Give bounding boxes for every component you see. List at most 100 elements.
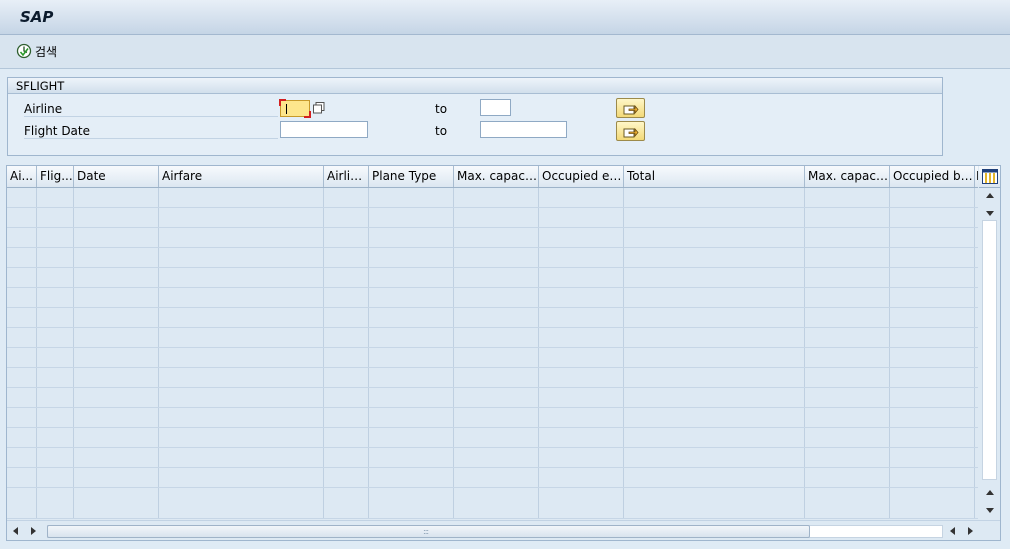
table-row[interactable]	[7, 368, 978, 388]
column-separator	[158, 288, 159, 307]
column-separator	[453, 488, 454, 518]
vertical-scrollbar[interactable]	[979, 188, 1000, 519]
column-separator	[73, 288, 74, 307]
column-header[interactable]: Flig...	[37, 166, 74, 187]
column-header[interactable]: Max. capacit...	[805, 166, 890, 187]
column-separator	[36, 488, 37, 518]
column-separator	[623, 488, 624, 518]
column-header[interactable]: Max. capacit...	[454, 166, 539, 187]
table-row[interactable]	[7, 468, 978, 488]
table-row[interactable]	[7, 188, 978, 208]
column-header[interactable]: Ai...	[7, 166, 37, 187]
table-row[interactable]	[7, 208, 978, 228]
table-row[interactable]	[7, 248, 978, 268]
column-separator	[538, 208, 539, 227]
flight-date-to-input[interactable]	[480, 121, 567, 138]
multiple-selection-arrow-icon	[623, 127, 639, 137]
column-separator	[538, 348, 539, 367]
column-separator	[73, 208, 74, 227]
column-separator	[453, 388, 454, 407]
column-header[interactable]: Occupied ec...	[539, 166, 624, 187]
column-separator	[73, 388, 74, 407]
column-layout-button[interactable]	[979, 166, 1000, 188]
table-row[interactable]	[7, 388, 978, 408]
column-separator	[36, 208, 37, 227]
table-row[interactable]	[7, 268, 978, 288]
airline-to-input[interactable]	[480, 99, 511, 116]
column-separator	[368, 268, 369, 287]
column-separator	[158, 208, 159, 227]
table-row[interactable]	[7, 228, 978, 248]
column-separator	[73, 268, 74, 287]
column-separator	[368, 308, 369, 327]
column-separator	[623, 248, 624, 267]
column-separator	[889, 388, 890, 407]
column-separator	[804, 348, 805, 367]
table-row[interactable]	[7, 348, 978, 368]
column-header[interactable]: Plane Type	[369, 166, 454, 187]
column-separator	[158, 268, 159, 287]
column-header[interactable]: Airfare	[159, 166, 324, 187]
column-separator	[73, 248, 74, 267]
column-separator	[453, 268, 454, 287]
horizontal-scrollbar[interactable]: :::	[7, 520, 1000, 540]
horizontal-scroll-thumb[interactable]: :::	[47, 525, 810, 538]
column-separator	[889, 328, 890, 347]
column-separator	[889, 308, 890, 327]
page-up-icon[interactable]	[986, 490, 994, 495]
page-left-icon[interactable]	[950, 527, 955, 535]
column-separator	[804, 188, 805, 207]
column-header[interactable]: Date	[74, 166, 159, 187]
table-row[interactable]	[7, 428, 978, 448]
column-separator	[538, 468, 539, 487]
column-separator	[323, 488, 324, 518]
column-separator	[804, 248, 805, 267]
grid-body	[7, 188, 978, 519]
column-separator	[623, 388, 624, 407]
column-separator	[73, 368, 74, 387]
scroll-left-icon[interactable]	[13, 527, 18, 535]
column-separator	[158, 488, 159, 518]
airline-label: Airline	[24, 102, 278, 117]
scroll-down-icon[interactable]	[986, 508, 994, 513]
column-separator	[323, 288, 324, 307]
flight-date-multiple-selection-button[interactable]	[616, 121, 645, 141]
table-row[interactable]	[7, 408, 978, 428]
table-row[interactable]	[7, 488, 978, 519]
column-header[interactable]: Total	[624, 166, 805, 187]
column-separator	[323, 208, 324, 227]
scroll-up-icon[interactable]	[986, 193, 994, 198]
column-separator	[538, 268, 539, 287]
value-help-button[interactable]	[312, 101, 326, 115]
airline-multiple-selection-button[interactable]	[616, 98, 645, 118]
airline-to-label: to	[435, 102, 448, 116]
column-separator	[889, 488, 890, 518]
table-row[interactable]	[7, 328, 978, 348]
column-separator	[158, 308, 159, 327]
table-row[interactable]	[7, 448, 978, 468]
column-separator	[453, 248, 454, 267]
vertical-scroll-track[interactable]	[982, 220, 997, 480]
column-separator	[323, 408, 324, 427]
column-separator	[73, 428, 74, 447]
table-row[interactable]	[7, 308, 978, 328]
column-header[interactable]: Occupied bus.	[890, 166, 975, 187]
column-separator	[158, 388, 159, 407]
search-button[interactable]: 검색	[16, 42, 57, 60]
scroll-right-icon[interactable]	[968, 527, 973, 535]
column-separator	[158, 228, 159, 247]
page-down-icon[interactable]	[986, 211, 994, 216]
table-row[interactable]	[7, 288, 978, 308]
column-header[interactable]: M	[975, 166, 978, 187]
column-separator	[453, 468, 454, 487]
column-separator	[323, 348, 324, 367]
column-separator	[889, 408, 890, 427]
flight-date-from-input[interactable]	[280, 121, 368, 138]
page-right-icon[interactable]	[31, 527, 36, 535]
column-header[interactable]: Airlin...	[324, 166, 369, 187]
title-bar: SAP	[0, 0, 1010, 35]
column-separator	[453, 288, 454, 307]
airline-from-input[interactable]	[279, 99, 311, 118]
column-separator	[889, 348, 890, 367]
column-separator	[623, 288, 624, 307]
